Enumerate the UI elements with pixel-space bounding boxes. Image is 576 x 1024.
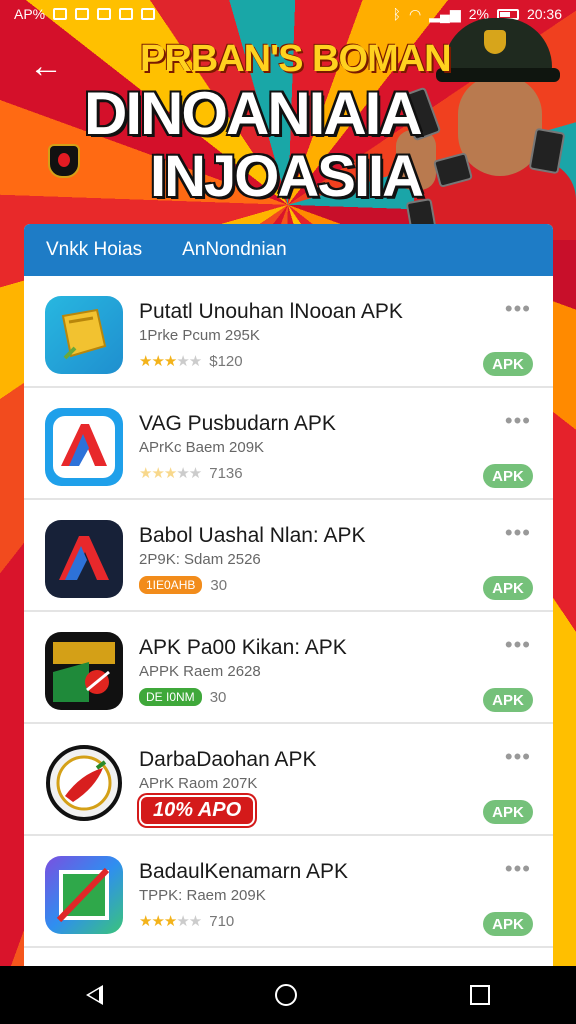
- tab-1[interactable]: Vnkk Hoias: [46, 239, 142, 261]
- app-meta-value: $120: [209, 352, 243, 370]
- more-options-icon[interactable]: •••: [505, 858, 531, 880]
- app-meta: 10% APO: [139, 795, 256, 826]
- app-subtitle: APPK Raem 2628: [139, 663, 261, 680]
- system-navigation-bar: [0, 966, 576, 1024]
- hero-title-line1: DINOANIAIA: [84, 80, 423, 147]
- app-subtitle: TPPK: Raem 209K: [139, 887, 266, 904]
- app-list-card: Vnkk Hoias AnNondnian Putatl Unouhan lNo…: [24, 224, 553, 984]
- apk-badge[interactable]: APK: [483, 688, 533, 712]
- app-subtitle: APrK Raom 207K: [139, 775, 258, 792]
- tab-bar: Vnkk Hoias AnNondnian: [24, 224, 553, 276]
- notification-icon: [141, 8, 156, 20]
- app-meta: ★★★★★ 710: [139, 912, 235, 931]
- app-meta: 1IE0AHB 30: [139, 576, 227, 594]
- list-item[interactable]: Putatl Unouhan lNooan APK 1Prke Pcum 295…: [24, 276, 553, 388]
- back-arrow-icon[interactable]: ←: [26, 46, 66, 86]
- nav-home-icon[interactable]: [275, 984, 298, 1006]
- apk-badge[interactable]: APK: [483, 912, 533, 936]
- app-name: Putatl Unouhan lNooan APK: [139, 300, 403, 323]
- hero-kicker: PRBAN'S BOMAN: [140, 38, 452, 80]
- app-tag-pill: 1IE0AHB: [139, 576, 203, 594]
- list-item[interactable]: DarbaDaohan APK APrK Raom 207K 10% APO •…: [24, 724, 553, 836]
- list-item[interactable]: Babol Uashal Nlan: APK 2P9K: Sdam 2526 1…: [24, 500, 553, 612]
- apk-badge[interactable]: APK: [483, 800, 533, 824]
- app-meta-value: 710: [209, 912, 235, 930]
- app-meta-value: 30: [209, 688, 227, 706]
- app-meta: DE I0NM 30: [139, 688, 226, 706]
- app-name: Babol Uashal Nlan: APK: [139, 524, 366, 547]
- nav-recents-icon[interactable]: [469, 985, 490, 1005]
- app-subtitle: 1Prke Pcum 295K: [139, 327, 260, 344]
- rating-stars: ★★★★★: [139, 465, 202, 482]
- promo-badge: 10% APO: [139, 795, 256, 826]
- app-name: BadaulKenamarn APK: [139, 860, 348, 883]
- status-carrier-text: AP%: [14, 6, 46, 22]
- apk-badge[interactable]: APK: [483, 352, 533, 376]
- app-name: APK Pa00 Kikan: APK: [139, 636, 347, 659]
- emblem-logo-icon: [48, 144, 80, 178]
- list-item[interactable]: APK Pa00 Kikan: APK APPK Raem 2628 DE I0…: [24, 612, 553, 724]
- apk-badge[interactable]: APK: [483, 576, 533, 600]
- notification-icon: [119, 8, 134, 20]
- app-meta-value: 7136: [209, 464, 243, 482]
- more-options-icon[interactable]: •••: [505, 746, 531, 768]
- apk-badge[interactable]: APK: [483, 464, 533, 488]
- app-list: Putatl Unouhan lNooan APK 1Prke Pcum 295…: [24, 276, 553, 948]
- app-name: DarbaDaohan APK: [139, 748, 317, 771]
- rating-stars: ★★★★★: [139, 353, 202, 370]
- app-meta-value: 30: [210, 576, 228, 594]
- nav-back-icon[interactable]: [86, 985, 104, 1005]
- notification-icon: [97, 8, 112, 20]
- tab-2[interactable]: AnNondnian: [182, 239, 287, 261]
- app-tag-pill: DE I0NM: [139, 688, 202, 706]
- app-name: VAG Pusbudarn APK: [139, 412, 336, 435]
- more-options-icon[interactable]: •••: [505, 522, 531, 544]
- hero-title-line2: INJOASIIA: [150, 144, 424, 209]
- notification-icon: [53, 8, 68, 20]
- green-frame-icon: [45, 856, 123, 934]
- red-blue-a-icon: [45, 408, 123, 486]
- chili-badge-icon: [45, 744, 123, 822]
- app-meta: ★★★★★ $120: [139, 352, 243, 371]
- app-subtitle: APrKc Baem 209K: [139, 439, 265, 456]
- rating-stars: ★★★★★: [139, 913, 202, 930]
- list-item[interactable]: VAG Pusbudarn APK APrKc Baem 209K ★★★★★ …: [24, 388, 553, 500]
- list-item[interactable]: BadaulKenamarn APK TPPK: Raem 209K ★★★★★…: [24, 836, 553, 948]
- golden-card-icon: [45, 296, 123, 374]
- app-meta: ★★★★★ 7136: [139, 464, 243, 483]
- notification-icon: [75, 8, 90, 20]
- more-options-icon[interactable]: •••: [505, 634, 531, 656]
- black-red-game-icon: [45, 632, 123, 710]
- more-options-icon[interactable]: •••: [505, 298, 531, 320]
- app-subtitle: 2P9K: Sdam 2526: [139, 551, 261, 568]
- dark-a-icon: [45, 520, 123, 598]
- more-options-icon[interactable]: •••: [505, 410, 531, 432]
